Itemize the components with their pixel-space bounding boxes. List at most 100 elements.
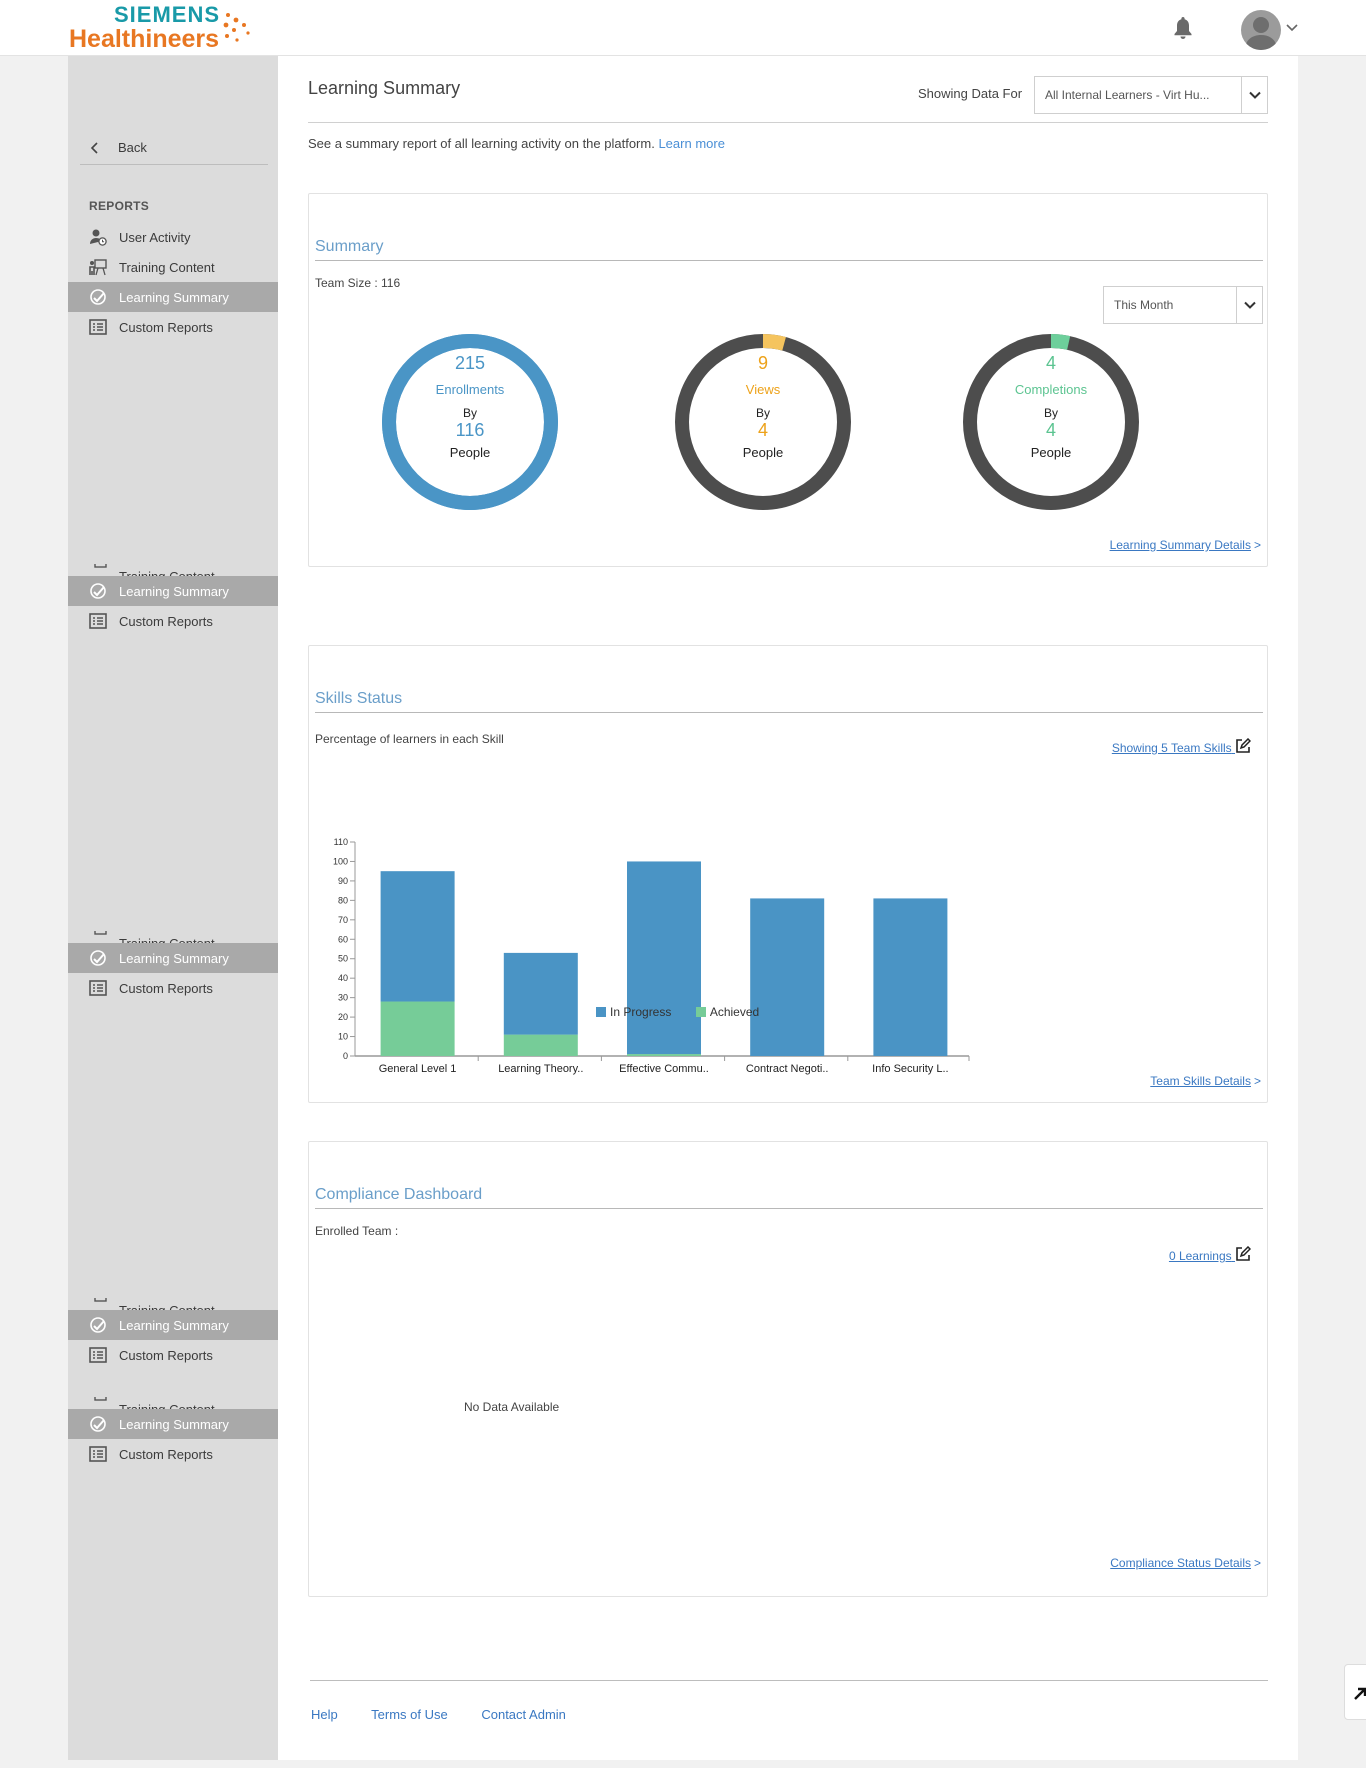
learnings-count-text: 0 Learnings xyxy=(1168,1249,1232,1263)
enrollments-texts: 215 Enrollments By 116 People xyxy=(380,353,560,460)
sidebar-item-learning-summary[interactable]: Learning Summary xyxy=(68,576,278,606)
report-list-icon xyxy=(88,611,108,631)
bar-in-progress[interactable] xyxy=(873,898,948,1056)
summary-divider xyxy=(315,260,1263,261)
sidebar-item-custom-reports[interactable]: Custom Reports xyxy=(68,606,278,636)
chevron-right-icon: > xyxy=(1253,1074,1261,1088)
skills-divider xyxy=(315,712,1263,713)
siemens-healthineers-logo[interactable]: SIEMENS Healthineers xyxy=(69,4,220,52)
enrollments-label: Enrollments xyxy=(435,382,505,397)
learn-more-link[interactable]: Learn more xyxy=(658,136,724,151)
completions-count: 4 xyxy=(1045,353,1056,373)
bar-in-progress[interactable] xyxy=(750,898,825,1056)
sidebar-item-label: Learning Summary xyxy=(119,289,229,305)
learnings-count-link[interactable]: 0 Learnings xyxy=(1168,1245,1252,1263)
summary-title: Summary xyxy=(315,238,384,255)
views-people-count: 4 xyxy=(757,420,768,440)
sidebar-item-custom-reports[interactable]: Custom Reports xyxy=(68,312,278,342)
enrolled-team-label: Enrolled Team : xyxy=(315,1224,399,1238)
presentation-board-icon xyxy=(88,1298,108,1310)
completions-texts: 4 Completions By 4 People xyxy=(961,353,1141,460)
back-label: Back xyxy=(118,140,147,155)
sidebar-item-user-activity[interactable]: User Activity xyxy=(68,222,278,252)
bar-in-progress[interactable] xyxy=(503,952,578,1035)
sidebar-item-label: Training Content xyxy=(119,1402,215,1409)
sidebar: Back REPORTS User Activity Training Cont… xyxy=(68,56,278,1760)
legend-label: Achieved xyxy=(709,1005,760,1019)
presentation-board-icon xyxy=(88,1397,108,1409)
y-tick-label: 80 xyxy=(338,895,348,905)
gauge-icon xyxy=(88,1315,108,1335)
y-tick-label: 20 xyxy=(338,1012,348,1022)
details-link-text: Learning Summary Details xyxy=(1109,538,1251,552)
bar-achieved[interactable] xyxy=(503,1034,578,1056)
sidebar-item-custom-reports[interactable]: Custom Reports xyxy=(68,973,278,1003)
gauge-icon xyxy=(88,287,108,307)
bar-in-progress[interactable] xyxy=(627,861,701,1055)
people-label: People xyxy=(742,445,784,460)
y-tick-label: 90 xyxy=(338,876,348,886)
bar-in-progress[interactable] xyxy=(380,871,455,1002)
terms-of-use-link[interactable]: Terms of Use xyxy=(371,1707,448,1722)
legend-achieved[interactable]: Achieved xyxy=(695,1005,760,1019)
y-tick-label: 50 xyxy=(338,954,348,964)
scroll-to-top-button[interactable] xyxy=(1344,1664,1366,1720)
period-select[interactable]: This Month xyxy=(1103,286,1263,324)
legend-label: In Progress xyxy=(610,1005,672,1019)
chevron-down-icon[interactable] xyxy=(1286,23,1298,33)
chevron-right-icon: > xyxy=(1253,1556,1261,1570)
sidebar-item-learning-summary[interactable]: Learning Summary xyxy=(68,1310,278,1340)
skills-subtitle: Percentage of learners in each Skill xyxy=(315,732,504,746)
chart-legend: In Progress Achieved xyxy=(596,1004,779,1022)
chevron-left-icon xyxy=(90,141,98,154)
notification-bell-icon[interactable] xyxy=(1172,15,1194,41)
bar-achieved[interactable] xyxy=(627,1054,701,1056)
skills-card: Skills Status Percentage of learners in … xyxy=(308,645,1268,1103)
sidebar-divider xyxy=(80,164,268,165)
learner-group-select[interactable]: All Internal Learners - Virt Hu... xyxy=(1034,76,1268,114)
y-tick-label: 10 xyxy=(338,1032,348,1042)
sidebar-item-custom-reports[interactable]: Custom Reports xyxy=(68,1439,278,1469)
report-list-icon xyxy=(88,1345,108,1365)
chevron-right-icon: > xyxy=(1253,538,1261,552)
presentation-board-icon xyxy=(88,564,108,576)
skills-title: Skills Status xyxy=(315,690,403,707)
sidebar-ghost-fragment: Training Content xyxy=(68,564,278,576)
sidebar-item-learning-summary[interactable]: Learning Summary xyxy=(68,282,278,312)
sidebar-item-custom-reports[interactable]: Custom Reports xyxy=(68,1340,278,1370)
back-link[interactable]: Back xyxy=(88,140,147,155)
help-link[interactable]: Help xyxy=(311,1707,338,1722)
y-tick-label: 70 xyxy=(338,915,348,925)
title-divider xyxy=(308,122,1268,123)
top-header: SIEMENS Healthineers xyxy=(0,0,1366,56)
edit-icon[interactable] xyxy=(1235,1245,1252,1262)
sidebar-item-label: Custom Reports xyxy=(119,613,213,629)
user-avatar[interactable] xyxy=(1241,10,1281,50)
by-label: By xyxy=(1043,406,1058,420)
views-count: 9 xyxy=(757,353,768,373)
by-label: By xyxy=(462,406,477,420)
legend-in-progress[interactable]: In Progress xyxy=(596,1005,671,1019)
edit-icon[interactable] xyxy=(1235,737,1252,754)
bar-achieved[interactable] xyxy=(380,1001,455,1056)
chevron-down-icon[interactable] xyxy=(1236,287,1262,323)
sidebar-item-learning-summary[interactable]: Learning Summary xyxy=(68,943,278,973)
legend-swatch xyxy=(596,1007,606,1017)
team-skills-details-link[interactable]: Team Skills Details > xyxy=(1150,1074,1261,1088)
sidebar-item-learning-summary[interactable]: Learning Summary xyxy=(68,1409,278,1439)
compliance-status-details-link[interactable]: Compliance Status Details > xyxy=(1110,1556,1261,1570)
views-donut: 9 Views By 4 People xyxy=(673,332,853,512)
sidebar-item-label: Learning Summary xyxy=(119,583,229,599)
learning-summary-details-link[interactable]: Learning Summary Details > xyxy=(1110,538,1261,552)
sidebar-item-training-content[interactable]: Training Content xyxy=(68,252,278,282)
sidebar-item-label: Learning Summary xyxy=(119,950,229,966)
y-tick-label: 110 xyxy=(334,837,348,847)
no-data-text: No Data Available xyxy=(464,1400,560,1414)
chevron-down-icon[interactable] xyxy=(1241,77,1267,113)
compliance-title: Compliance Dashboard xyxy=(315,1186,483,1203)
compliance-divider xyxy=(315,1208,1263,1209)
footer-links: Help Terms of Use Contact Admin xyxy=(311,1707,596,1722)
showing-team-skills-link[interactable]: Showing 5 Team Skills xyxy=(1112,737,1252,755)
contact-admin-link[interactable]: Contact Admin xyxy=(481,1707,566,1722)
report-list-icon xyxy=(88,317,108,337)
